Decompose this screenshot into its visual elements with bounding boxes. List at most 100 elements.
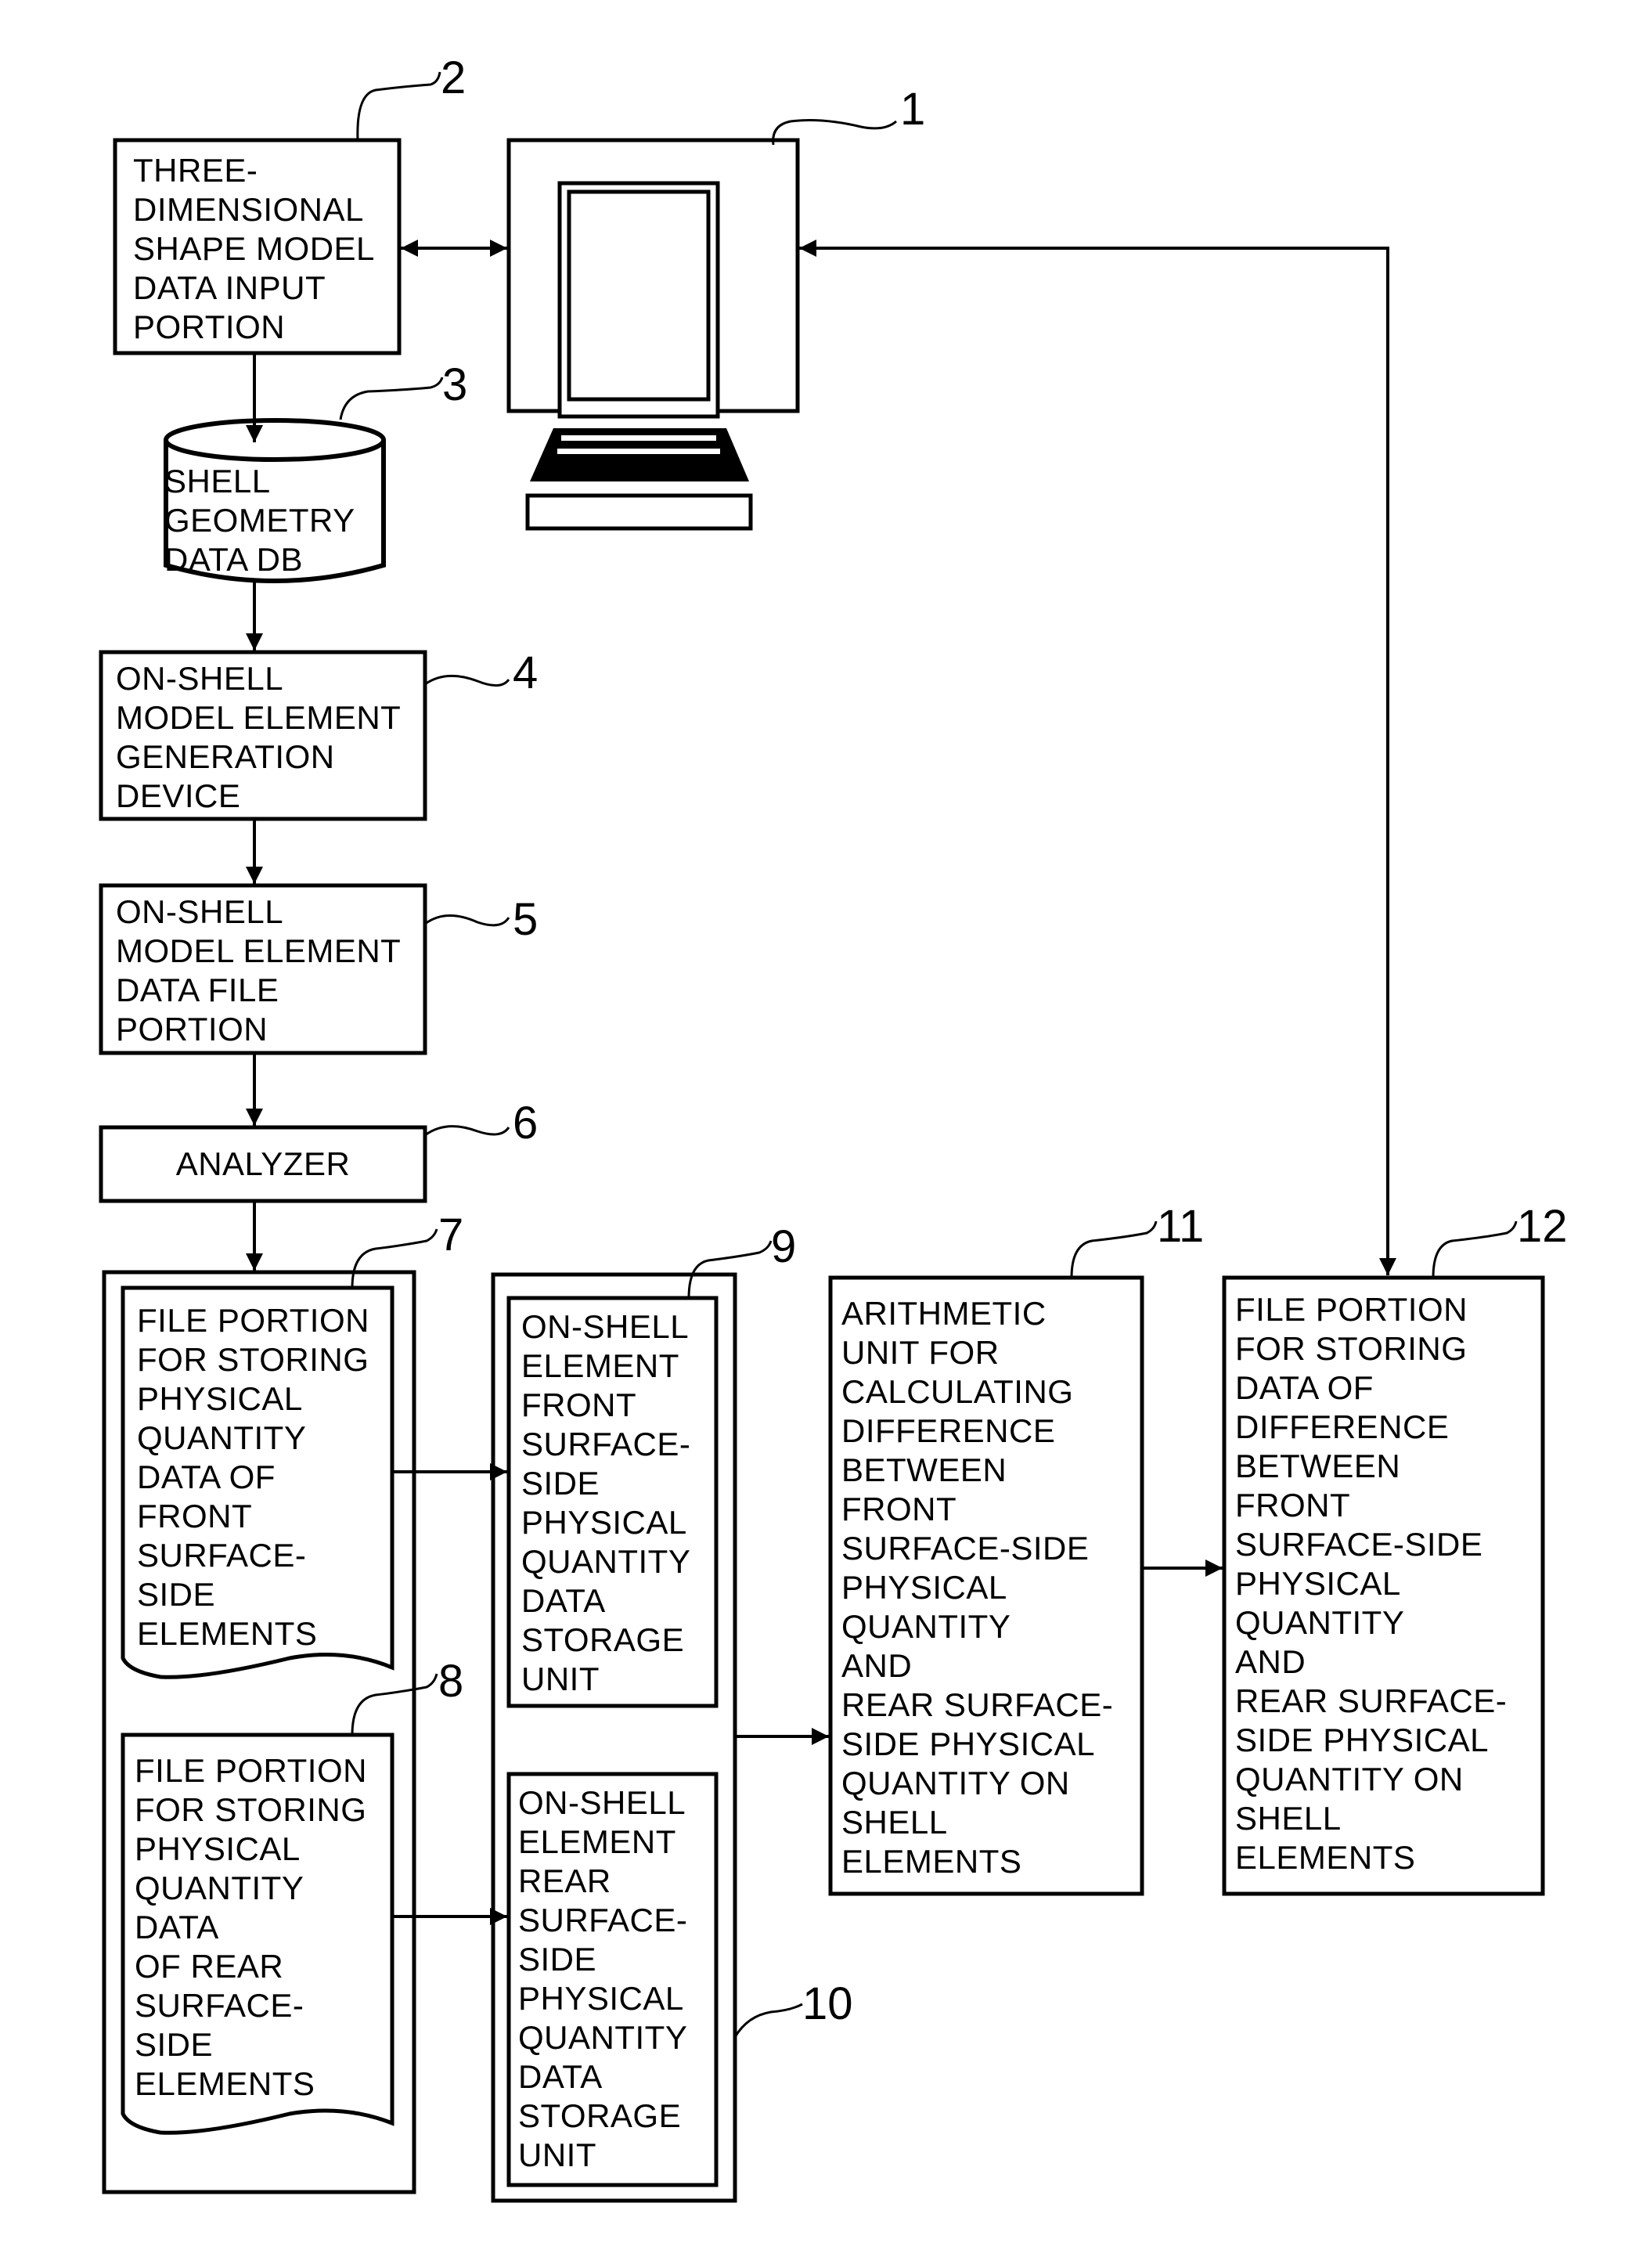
- label-line: BETWEEN: [841, 1451, 1007, 1488]
- label-line: AND: [841, 1647, 913, 1684]
- label-line: PHYSICAL: [137, 1380, 303, 1417]
- ref-label-7: 7: [438, 1210, 464, 1260]
- label-line: ELEMENT: [521, 1347, 679, 1384]
- label-line: SURFACE-: [518, 1902, 688, 1938]
- label-line: STORAGE: [518, 2097, 682, 2134]
- label-line: SURFACE-SIDE: [841, 1530, 1090, 1567]
- label-line: PHYSICAL: [841, 1569, 1007, 1606]
- component-3-label: SHELL GEOMETRY DATA DB: [164, 462, 355, 579]
- laptop-computer-icon: [525, 181, 753, 531]
- label-line: CALCULATING: [841, 1373, 1074, 1410]
- label-line: GENERATION: [116, 738, 335, 775]
- label-line: DATA OF: [1235, 1369, 1374, 1406]
- label-line: REAR SURFACE-: [1235, 1682, 1508, 1719]
- component-8-label: FILE PORTION FOR STORING PHYSICAL QUANTITY D…: [135, 1751, 367, 2104]
- label-line: FOR STORING: [135, 1791, 367, 1828]
- label-line: FRONT: [1235, 1487, 1351, 1523]
- label-line: AND: [1235, 1643, 1306, 1680]
- component-9-label: ON-SHELL ELEMENT FRONT SURFACE- SIDE PHYSICAL…: [521, 1307, 690, 1699]
- label-line: SURFACE-: [135, 1987, 304, 2024]
- label-line: PORTION: [116, 1011, 268, 1047]
- label-line: DATA: [135, 1909, 219, 1945]
- label-line: OF REAR: [135, 1948, 284, 1985]
- label-line: DATA: [521, 1582, 606, 1619]
- label-line: STORAGE: [521, 1621, 685, 1658]
- label-line: SURFACE-: [521, 1426, 691, 1462]
- label-line: SHELL: [841, 1804, 948, 1841]
- label-line: GEOMETRY: [164, 502, 355, 539]
- ref-label-3: 3: [442, 359, 468, 410]
- label-line: MODEL ELEMENT: [116, 699, 402, 736]
- label-line: QUANTITY ON: [841, 1765, 1070, 1801]
- ref-label-8: 8: [438, 1656, 464, 1707]
- label-line: SHELL: [1235, 1800, 1342, 1837]
- label-line: ELEMENTS: [1235, 1839, 1416, 1876]
- label-line: SIDE: [521, 1465, 600, 1502]
- label-line: ANALYZER: [175, 1145, 351, 1182]
- label-line: ELEMENTS: [841, 1843, 1022, 1880]
- label-line: QUANTITY: [135, 1870, 304, 1906]
- label-line: FRONT: [841, 1491, 957, 1527]
- component-5-label: ON-SHELL MODEL ELEMENT DATA FILE PORTION: [116, 892, 401, 1049]
- label-line: FRONT: [521, 1386, 637, 1423]
- label-line: QUANTITY: [1235, 1604, 1405, 1641]
- label-line: SIDE: [137, 1576, 216, 1613]
- label-line: PHYSICAL: [518, 1980, 684, 2017]
- label-line: SURFACE-: [137, 1537, 307, 1574]
- component-12-label: FILE PORTION FOR STORING DATA OF DIFFERENCE…: [1235, 1290, 1507, 1877]
- label-line: ON-SHELL: [116, 660, 284, 697]
- label-line: PHYSICAL: [135, 1830, 301, 1867]
- label-line: SIDE: [135, 2026, 214, 2063]
- ref-label-12: 12: [1517, 1201, 1568, 1252]
- label-line: DEVICE: [116, 777, 241, 814]
- label-line: DIMENSIONAL: [133, 191, 364, 228]
- connector-12-1: [799, 240, 1396, 1275]
- ref-label-6: 6: [513, 1098, 539, 1148]
- label-line: FOR STORING: [1235, 1330, 1468, 1367]
- ref-label-5: 5: [513, 894, 539, 945]
- label-line: REAR: [518, 1862, 611, 1899]
- label-line: SHAPE MODEL: [133, 230, 375, 267]
- label-line: QUANTITY: [521, 1543, 691, 1580]
- component-4-label: ON-SHELL MODEL ELEMENT GENERATION DEVICE: [116, 659, 401, 816]
- label-line: DATA FILE: [116, 972, 279, 1008]
- label-line: PORTION: [133, 308, 286, 345]
- ref-label-9: 9: [771, 1221, 797, 1272]
- ref-label-10: 10: [802, 1978, 853, 2029]
- label-line: REAR SURFACE-: [841, 1686, 1114, 1723]
- label-line: QUANTITY ON: [1235, 1761, 1464, 1797]
- label-line: UNIT: [521, 1660, 600, 1697]
- label-line: DATA: [518, 2058, 603, 2095]
- ref-label-2: 2: [441, 52, 467, 103]
- ref-label-1: 1: [900, 84, 926, 135]
- label-line: FRONT: [137, 1498, 253, 1534]
- label-line: ELEMENTS: [137, 1615, 318, 1652]
- ref-label-4: 4: [513, 647, 539, 698]
- label-line: SIDE PHYSICAL: [1235, 1722, 1489, 1758]
- label-line: ARITHMETIC: [841, 1295, 1047, 1332]
- component-7-label: FILE PORTION FOR STORING PHYSICAL QUANTITY D…: [137, 1301, 369, 1653]
- label-line: ON-SHELL: [518, 1784, 686, 1821]
- label-line: PHYSICAL: [1235, 1565, 1401, 1602]
- label-line: SIDE PHYSICAL: [841, 1725, 1095, 1762]
- label-line: DIFFERENCE: [1235, 1408, 1450, 1445]
- label-line: SHELL: [164, 463, 271, 499]
- component-11-label: ARITHMETIC UNIT FOR CALCULATING DIFFERENCE B…: [841, 1294, 1113, 1881]
- label-line: PHYSICAL: [521, 1504, 687, 1541]
- label-line: ON-SHELL: [521, 1308, 690, 1345]
- label-line: DATA OF: [137, 1459, 276, 1495]
- label-line: FOR STORING: [137, 1341, 369, 1378]
- label-line: DATA DB: [164, 541, 303, 578]
- label-line: ON-SHELL: [116, 893, 284, 930]
- label-line: DATA INPUT: [133, 269, 326, 306]
- label-line: FILE PORTION: [135, 1752, 367, 1789]
- label-line: FILE PORTION: [137, 1302, 369, 1339]
- label-line: QUANTITY: [518, 2019, 688, 2056]
- label-line: MODEL ELEMENT: [116, 932, 402, 969]
- component-6-label: ANALYZER: [101, 1145, 425, 1184]
- ref-label-11: 11: [1157, 1201, 1205, 1252]
- label-line: UNIT: [518, 2136, 596, 2173]
- label-line: ELEMENTS: [135, 2065, 315, 2102]
- label-line: THREE-: [133, 152, 258, 189]
- component-2-label: THREE- DIMENSIONAL SHAPE MODEL DATA INPUT PO…: [133, 151, 375, 347]
